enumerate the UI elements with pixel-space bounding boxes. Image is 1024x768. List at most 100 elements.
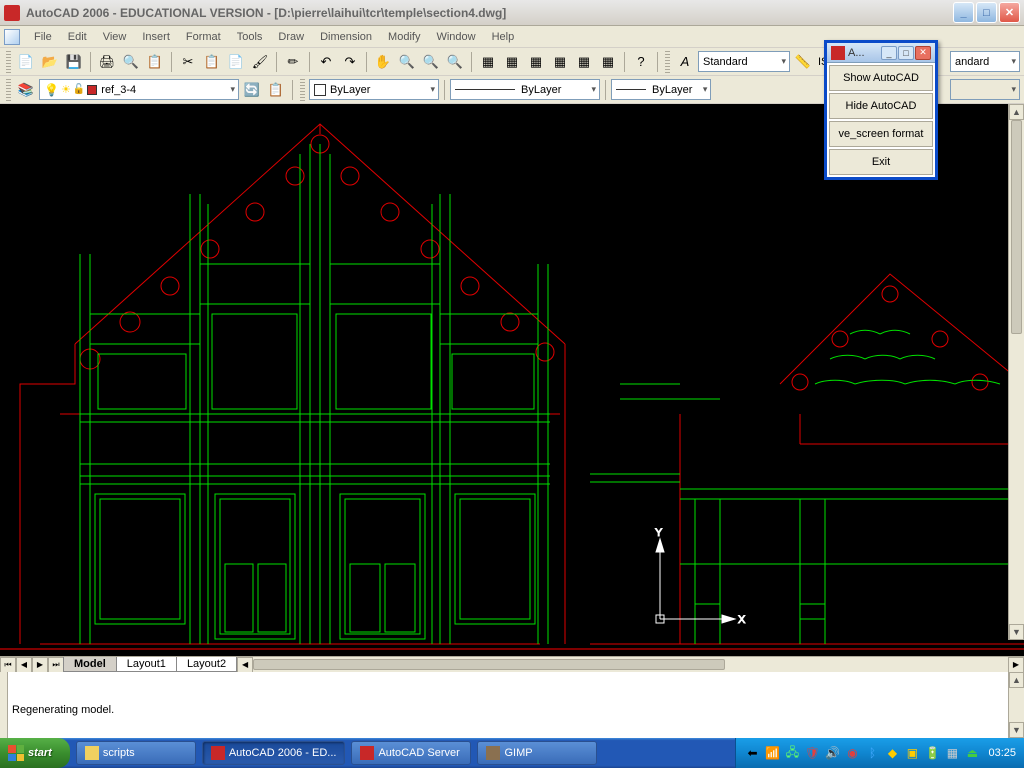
tray-icon[interactable]: ◆ <box>884 745 900 761</box>
cmd-scroll-down[interactable]: ▼ <box>1009 722 1024 738</box>
start-button[interactable]: start <box>0 738 70 768</box>
lineweight-combo[interactable]: ByLayer <box>611 79 711 100</box>
cmd-scroll-up[interactable]: ▲ <box>1009 672 1024 688</box>
popup-hide-autocad[interactable]: Hide AutoCAD <box>829 93 933 119</box>
menu-window[interactable]: Window <box>428 29 483 45</box>
tray-icon[interactable]: ◉ <box>844 745 860 761</box>
quickcalc-button[interactable]: ▦ <box>597 51 619 73</box>
drawing-canvas[interactable]: Y X <box>0 104 1024 656</box>
horizontal-scrollbar[interactable]: ◀ ▶ <box>237 657 1024 672</box>
undo-button[interactable]: ↶ <box>315 51 337 73</box>
zoom-window-button[interactable]: 🔍 <box>420 51 442 73</box>
popup-close-button[interactable]: ✕ <box>915 46 931 60</box>
toolbar-handle[interactable] <box>300 79 305 101</box>
paste-button[interactable]: 📄 <box>225 51 247 73</box>
tab-next-button[interactable]: ▶ <box>32 657 48 673</box>
close-button[interactable]: ✕ <box>999 2 1020 23</box>
zoom-realtime-button[interactable]: 🔍 <box>396 51 418 73</box>
zoom-previous-button[interactable]: 🔍 <box>444 51 466 73</box>
tray-icon[interactable]: ▦ <box>944 745 960 761</box>
tray-bluetooth-icon[interactable]: ᛒ <box>864 745 880 761</box>
toolbar-handle[interactable] <box>665 51 670 73</box>
tray-shield-icon[interactable]: 🛡 <box>804 745 820 761</box>
tray-volume-icon[interactable]: 🔊 <box>824 745 840 761</box>
plot-preview-button[interactable]: 🔍 <box>120 51 142 73</box>
new-button[interactable]: 📄 <box>15 51 37 73</box>
menu-help[interactable]: Help <box>484 29 523 45</box>
menu-tools[interactable]: Tools <box>229 29 271 45</box>
toolbar-handle[interactable] <box>6 79 11 101</box>
markup-button[interactable]: ▦ <box>573 51 595 73</box>
command-scrollbar[interactable]: ▲ ▼ <box>1008 672 1024 738</box>
text-style-button[interactable]: A <box>674 51 696 73</box>
tray-wireless-icon[interactable]: 📶 <box>764 745 780 761</box>
pan-button[interactable]: ✋ <box>372 51 394 73</box>
tray-safely-remove-icon[interactable]: ⏏ <box>964 745 980 761</box>
minimize-button[interactable]: _ <box>953 2 974 23</box>
tab-layout2[interactable]: Layout2 <box>176 657 237 672</box>
scroll-down-button[interactable]: ▼ <box>1009 624 1024 640</box>
toolbar-handle[interactable] <box>6 51 11 73</box>
tray-battery-icon[interactable]: 🔋 <box>924 745 940 761</box>
scroll-up-button[interactable]: ▲ <box>1009 104 1024 120</box>
vertical-scroll-thumb[interactable] <box>1011 120 1022 334</box>
popup-show-autocad[interactable]: Show AutoCAD <box>829 65 933 91</box>
taskbar-item-autocad-server[interactable]: AutoCAD Server <box>351 741 471 765</box>
menu-view[interactable]: View <box>95 29 135 45</box>
menu-edit[interactable]: Edit <box>60 29 95 45</box>
layer-states-button[interactable]: 📋 <box>265 79 287 101</box>
properties-button[interactable]: ▦ <box>477 51 499 73</box>
layer-manager-button[interactable]: 📚 <box>15 79 37 101</box>
color-combo[interactable]: ByLayer <box>309 79 439 100</box>
open-button[interactable]: 📂 <box>39 51 61 73</box>
tray-icon[interactable]: ▣ <box>904 745 920 761</box>
help-button[interactable]: ? <box>630 51 652 73</box>
taskbar-item-gimp[interactable]: GIMP <box>477 741 597 765</box>
taskbar-item-autocad[interactable]: AutoCAD 2006 - ED... <box>202 741 346 765</box>
popup-ve-screen-format[interactable]: ve_screen format <box>829 121 933 147</box>
match-properties-button[interactable]: 🖌 <box>249 51 271 73</box>
menu-modify[interactable]: Modify <box>380 29 428 45</box>
command-history[interactable]: Regenerating model. AutoCAD menu utiliti… <box>8 672 1008 738</box>
table-style-combo[interactable]: andard <box>950 51 1020 72</box>
menu-draw[interactable]: Draw <box>270 29 312 45</box>
tray-icon[interactable]: ⬅ <box>744 745 760 761</box>
cut-button[interactable]: ✂ <box>177 51 199 73</box>
design-center-button[interactable]: ▦ <box>501 51 523 73</box>
tab-model[interactable]: Model <box>63 657 117 672</box>
menu-format[interactable]: Format <box>178 29 229 45</box>
block-editor-button[interactable]: ✏ <box>282 51 304 73</box>
scroll-right-button[interactable]: ▶ <box>1008 657 1024 673</box>
popup-minimize-button[interactable]: _ <box>881 46 897 60</box>
menu-insert[interactable]: Insert <box>134 29 178 45</box>
plot-button[interactable]: 🖨 <box>96 51 118 73</box>
copy-button[interactable]: 📋 <box>201 51 223 73</box>
tab-prev-button[interactable]: ◀ <box>16 657 32 673</box>
linetype-combo[interactable]: ByLayer <box>450 79 600 100</box>
redo-button[interactable]: ↷ <box>339 51 361 73</box>
dim-style-button[interactable]: 📏 <box>792 51 814 73</box>
popup-titlebar[interactable]: A... _ □ ✕ <box>827 43 935 63</box>
maximize-button[interactable]: □ <box>976 2 997 23</box>
text-style-combo[interactable]: Standard <box>698 51 790 72</box>
popup-exit[interactable]: Exit <box>829 149 933 175</box>
menu-file[interactable]: File <box>26 29 60 45</box>
plotstyle-combo[interactable] <box>950 79 1020 100</box>
save-button[interactable]: 💾 <box>63 51 85 73</box>
document-icon[interactable] <box>4 29 20 45</box>
command-handle[interactable] <box>0 672 8 738</box>
menu-dimension[interactable]: Dimension <box>312 29 380 45</box>
sheet-set-button[interactable]: ▦ <box>549 51 571 73</box>
tab-last-button[interactable]: ⏭ <box>48 657 64 673</box>
scroll-left-button[interactable]: ◀ <box>237 657 253 673</box>
taskbar-clock[interactable]: 03:25 <box>988 747 1016 759</box>
publish-button[interactable]: 📋 <box>144 51 166 73</box>
vertical-scrollbar[interactable]: ▲ ▼ <box>1008 104 1024 640</box>
popup-maximize-button[interactable]: □ <box>898 46 914 60</box>
tool-palettes-button[interactable]: ▦ <box>525 51 547 73</box>
tab-layout1[interactable]: Layout1 <box>116 657 177 672</box>
tray-network-icon[interactable]: 🖧 <box>784 745 800 761</box>
layer-previous-button[interactable]: 🔄 <box>241 79 263 101</box>
tab-first-button[interactable]: ⏮ <box>0 657 16 673</box>
layer-combo[interactable]: 💡 ☀ 🔓 ref_3-4 <box>39 79 239 100</box>
